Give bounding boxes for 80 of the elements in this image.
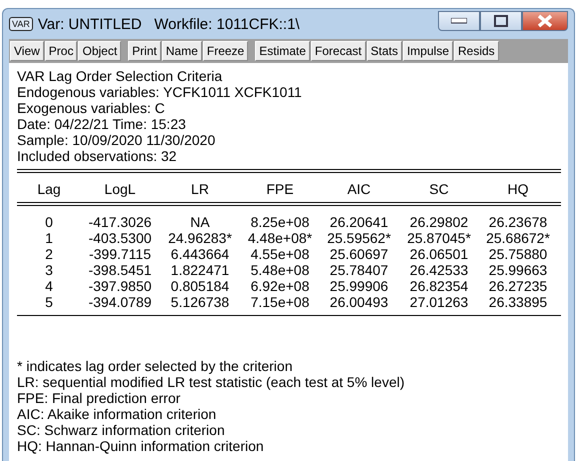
header-line: Included observations: 32 bbox=[17, 148, 178, 164]
window-title: Var: UNTITLED Workfile: 1011CFK::1\ bbox=[38, 16, 301, 32]
toolbar-button[interactable]: Name bbox=[162, 41, 202, 61]
table-cell-text: 5.126738 bbox=[170, 294, 230, 310]
column-header: SC bbox=[428, 181, 450, 197]
maximize-button[interactable] bbox=[480, 11, 522, 31]
toolbar-button[interactable]: Forecast bbox=[310, 41, 366, 61]
table-cell-text: 5 bbox=[44, 294, 54, 310]
table-cell-text: 25.60697 bbox=[328, 246, 390, 262]
toolbar-button[interactable]: Estimate bbox=[255, 41, 310, 61]
table-cell-text: 27.01263 bbox=[408, 294, 470, 310]
table-cell-text: 4.55e+08 bbox=[250, 246, 310, 262]
header-line: Sample: 10/09/2020 11/30/2020 bbox=[17, 132, 216, 148]
table-cell-text: 26.82354 bbox=[408, 278, 470, 294]
header-line: Endogenous variables: YCFK1011 XCFK1011 bbox=[17, 84, 303, 100]
footnote: FPE: Final prediction error bbox=[17, 390, 182, 406]
column-header: Lag bbox=[36, 181, 62, 197]
column-header: AIC bbox=[346, 181, 372, 197]
table-cell-text: 1.822471 bbox=[170, 262, 230, 278]
table-cell-text: 8.25e+08 bbox=[250, 214, 310, 230]
table-cell-text: 2 bbox=[44, 246, 54, 262]
table-cell-text: 26.23678 bbox=[488, 214, 548, 230]
column-header: LogL bbox=[103, 181, 137, 197]
footnote: HQ: Hannan-Quinn information criterion bbox=[17, 438, 265, 454]
close-icon bbox=[537, 14, 553, 28]
table-cell-text: 26.06501 bbox=[408, 246, 470, 262]
table-cell-text: 6.92e+08 bbox=[250, 278, 310, 294]
table-cell-text: 25.59562* bbox=[326, 230, 392, 246]
table-cell-text: 0.805184 bbox=[170, 278, 230, 294]
toolbar-button[interactable]: Stats bbox=[366, 41, 402, 61]
header-line: Exogenous variables: C bbox=[17, 100, 166, 116]
column-header: LR bbox=[190, 181, 210, 197]
table-cell-text: 25.99663 bbox=[488, 262, 548, 278]
table-cell-text: 26.00493 bbox=[328, 294, 390, 310]
footnote: * indicates lag order selected by the criterion bbox=[17, 358, 294, 374]
minimize-button[interactable] bbox=[438, 11, 480, 31]
table-cell-text: 4 bbox=[44, 278, 54, 294]
toolbar-button[interactable]: Object bbox=[78, 41, 122, 61]
toolbar-button[interactable]: Impulse bbox=[402, 41, 453, 61]
table-cell-text: -417.3026 bbox=[87, 214, 153, 230]
table-cell-text: 4.48e+08* bbox=[246, 230, 314, 246]
toolbar-button[interactable]: Freeze bbox=[202, 41, 248, 61]
header-line: Date: 04/22/21 Time: 15:23 bbox=[17, 116, 187, 132]
minimize-icon bbox=[451, 18, 467, 24]
table-cell-text: -403.5300 bbox=[87, 230, 153, 246]
table-cell-text: 0 bbox=[44, 214, 54, 230]
table-cell-text: 25.75880 bbox=[488, 246, 548, 262]
table-cell-text: 1 bbox=[44, 230, 54, 246]
table-cell-text: 26.20641 bbox=[328, 214, 390, 230]
table-cell-text: 3 bbox=[44, 262, 54, 278]
table-cell-text: 25.87045* bbox=[406, 230, 472, 246]
table-cell-text: NA bbox=[189, 214, 211, 230]
column-header: HQ bbox=[506, 181, 530, 197]
table-cell-text: 7.15e+08 bbox=[250, 294, 310, 310]
table-cell-text: -394.0789 bbox=[87, 294, 153, 310]
table-cell-text: -397.9850 bbox=[87, 278, 153, 294]
toolbar-button[interactable]: Resids bbox=[454, 41, 499, 61]
toolbar-button[interactable]: Print bbox=[128, 41, 161, 61]
footnote: AIC: Akaike information criterion bbox=[17, 406, 218, 422]
table-cell-text: 26.42533 bbox=[408, 262, 470, 278]
table-cell-text: 24.96283* bbox=[167, 230, 233, 246]
table-cell-text: 6.443664 bbox=[170, 246, 230, 262]
header-line: VAR Lag Order Selection Criteria bbox=[17, 68, 224, 84]
toolbar-button[interactable]: View bbox=[10, 41, 44, 61]
footnote: SC: Schwarz information criterion bbox=[17, 422, 226, 438]
table-cell-text: 25.68672* bbox=[485, 230, 551, 246]
table-cell-text: -398.5451 bbox=[87, 262, 153, 278]
table-cell-text: 5.48e+08 bbox=[250, 262, 310, 278]
table-cell-text: -399.7115 bbox=[88, 246, 152, 262]
table-cell-text: 26.29802 bbox=[408, 214, 470, 230]
maximize-icon bbox=[494, 15, 508, 27]
toolbar-button[interactable]: Proc bbox=[44, 41, 78, 61]
close-button[interactable] bbox=[522, 11, 568, 31]
table-cell-text: 25.99906 bbox=[328, 278, 390, 294]
app-icon: VAR bbox=[9, 17, 33, 31]
table-cell-text: 25.78407 bbox=[328, 262, 390, 278]
table-cell-text: 26.27235 bbox=[488, 278, 548, 294]
footnote: LR: sequential modified LR test statistic (each test at 5% level) bbox=[17, 374, 406, 390]
table-cell-text: 26.33895 bbox=[488, 294, 548, 310]
column-header: FPE bbox=[265, 181, 295, 197]
